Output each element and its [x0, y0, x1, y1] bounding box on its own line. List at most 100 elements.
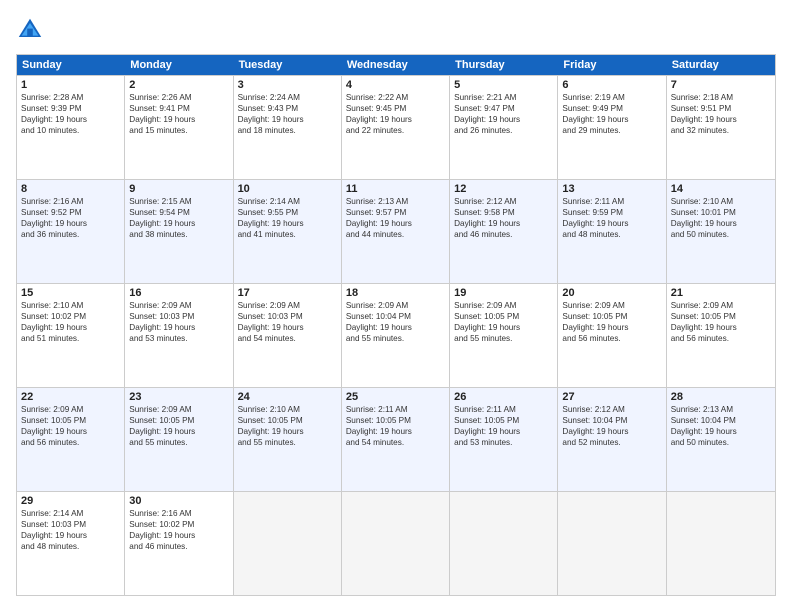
cell-info: Sunrise: 2:11 AMSunset: 10:05 PMDaylight…: [454, 404, 553, 448]
cell-info: Sunrise: 2:14 AMSunset: 10:03 PMDaylight…: [21, 508, 120, 552]
day-cell-25: 25Sunrise: 2:11 AMSunset: 10:05 PMDaylig…: [342, 388, 450, 491]
calendar-row-4: 22Sunrise: 2:09 AMSunset: 10:05 PMDaylig…: [17, 387, 775, 491]
day-number: 30: [129, 495, 228, 507]
day-cell-29: 29Sunrise: 2:14 AMSunset: 10:03 PMDaylig…: [17, 492, 125, 595]
day-number: 7: [671, 79, 771, 91]
empty-cell: [342, 492, 450, 595]
day-cell-1: 1Sunrise: 2:28 AMSunset: 9:39 PMDaylight…: [17, 76, 125, 179]
day-cell-7: 7Sunrise: 2:18 AMSunset: 9:51 PMDaylight…: [667, 76, 775, 179]
day-number: 2: [129, 79, 228, 91]
day-cell-19: 19Sunrise: 2:09 AMSunset: 10:05 PMDaylig…: [450, 284, 558, 387]
cell-info: Sunrise: 2:09 AMSunset: 10:05 PMDaylight…: [129, 404, 228, 448]
day-cell-8: 8Sunrise: 2:16 AMSunset: 9:52 PMDaylight…: [17, 180, 125, 283]
day-cell-24: 24Sunrise: 2:10 AMSunset: 10:05 PMDaylig…: [234, 388, 342, 491]
day-number: 21: [671, 287, 771, 299]
cell-info: Sunrise: 2:15 AMSunset: 9:54 PMDaylight:…: [129, 196, 228, 240]
empty-cell: [667, 492, 775, 595]
day-number: 4: [346, 79, 445, 91]
day-number: 12: [454, 183, 553, 195]
empty-cell: [558, 492, 666, 595]
day-number: 25: [346, 391, 445, 403]
cell-info: Sunrise: 2:11 AMSunset: 9:59 PMDaylight:…: [562, 196, 661, 240]
day-number: 10: [238, 183, 337, 195]
calendar-row-1: 1Sunrise: 2:28 AMSunset: 9:39 PMDaylight…: [17, 75, 775, 179]
calendar-body: 1Sunrise: 2:28 AMSunset: 9:39 PMDaylight…: [17, 75, 775, 595]
day-cell-20: 20Sunrise: 2:09 AMSunset: 10:05 PMDaylig…: [558, 284, 666, 387]
day-cell-28: 28Sunrise: 2:13 AMSunset: 10:04 PMDaylig…: [667, 388, 775, 491]
cell-info: Sunrise: 2:13 AMSunset: 10:04 PMDaylight…: [671, 404, 771, 448]
cell-info: Sunrise: 2:10 AMSunset: 10:02 PMDaylight…: [21, 300, 120, 344]
cell-info: Sunrise: 2:14 AMSunset: 9:55 PMDaylight:…: [238, 196, 337, 240]
day-cell-16: 16Sunrise: 2:09 AMSunset: 10:03 PMDaylig…: [125, 284, 233, 387]
day-cell-3: 3Sunrise: 2:24 AMSunset: 9:43 PMDaylight…: [234, 76, 342, 179]
cell-info: Sunrise: 2:12 AMSunset: 9:58 PMDaylight:…: [454, 196, 553, 240]
cell-info: Sunrise: 2:18 AMSunset: 9:51 PMDaylight:…: [671, 92, 771, 136]
cell-info: Sunrise: 2:09 AMSunset: 10:05 PMDaylight…: [21, 404, 120, 448]
day-cell-2: 2Sunrise: 2:26 AMSunset: 9:41 PMDaylight…: [125, 76, 233, 179]
cell-info: Sunrise: 2:16 AMSunset: 10:02 PMDaylight…: [129, 508, 228, 552]
day-cell-21: 21Sunrise: 2:09 AMSunset: 10:05 PMDaylig…: [667, 284, 775, 387]
logo: [16, 16, 48, 44]
cell-info: Sunrise: 2:10 AMSunset: 10:05 PMDaylight…: [238, 404, 337, 448]
day-number: 14: [671, 183, 771, 195]
header-day-thursday: Thursday: [450, 55, 558, 75]
empty-cell: [450, 492, 558, 595]
day-number: 5: [454, 79, 553, 91]
day-cell-12: 12Sunrise: 2:12 AMSunset: 9:58 PMDayligh…: [450, 180, 558, 283]
cell-info: Sunrise: 2:13 AMSunset: 9:57 PMDaylight:…: [346, 196, 445, 240]
day-number: 23: [129, 391, 228, 403]
day-number: 27: [562, 391, 661, 403]
day-cell-30: 30Sunrise: 2:16 AMSunset: 10:02 PMDaylig…: [125, 492, 233, 595]
day-number: 18: [346, 287, 445, 299]
cell-info: Sunrise: 2:09 AMSunset: 10:03 PMDaylight…: [129, 300, 228, 344]
logo-icon: [16, 16, 44, 44]
cell-info: Sunrise: 2:11 AMSunset: 10:05 PMDaylight…: [346, 404, 445, 448]
header-day-tuesday: Tuesday: [234, 55, 342, 75]
cell-info: Sunrise: 2:21 AMSunset: 9:47 PMDaylight:…: [454, 92, 553, 136]
header: [16, 16, 776, 44]
day-number: 17: [238, 287, 337, 299]
day-cell-11: 11Sunrise: 2:13 AMSunset: 9:57 PMDayligh…: [342, 180, 450, 283]
day-cell-17: 17Sunrise: 2:09 AMSunset: 10:03 PMDaylig…: [234, 284, 342, 387]
cell-info: Sunrise: 2:09 AMSunset: 10:05 PMDaylight…: [671, 300, 771, 344]
cell-info: Sunrise: 2:19 AMSunset: 9:49 PMDaylight:…: [562, 92, 661, 136]
day-number: 28: [671, 391, 771, 403]
cell-info: Sunrise: 2:22 AMSunset: 9:45 PMDaylight:…: [346, 92, 445, 136]
day-number: 29: [21, 495, 120, 507]
calendar-row-2: 8Sunrise: 2:16 AMSunset: 9:52 PMDaylight…: [17, 179, 775, 283]
page: SundayMondayTuesdayWednesdayThursdayFrid…: [0, 0, 792, 612]
day-number: 16: [129, 287, 228, 299]
cell-info: Sunrise: 2:09 AMSunset: 10:05 PMDaylight…: [562, 300, 661, 344]
header-day-saturday: Saturday: [667, 55, 775, 75]
day-number: 13: [562, 183, 661, 195]
cell-info: Sunrise: 2:10 AMSunset: 10:01 PMDaylight…: [671, 196, 771, 240]
day-cell-14: 14Sunrise: 2:10 AMSunset: 10:01 PMDaylig…: [667, 180, 775, 283]
cell-info: Sunrise: 2:26 AMSunset: 9:41 PMDaylight:…: [129, 92, 228, 136]
header-day-friday: Friday: [558, 55, 666, 75]
empty-cell: [234, 492, 342, 595]
calendar-row-5: 29Sunrise: 2:14 AMSunset: 10:03 PMDaylig…: [17, 491, 775, 595]
day-number: 22: [21, 391, 120, 403]
day-cell-27: 27Sunrise: 2:12 AMSunset: 10:04 PMDaylig…: [558, 388, 666, 491]
day-cell-26: 26Sunrise: 2:11 AMSunset: 10:05 PMDaylig…: [450, 388, 558, 491]
day-cell-5: 5Sunrise: 2:21 AMSunset: 9:47 PMDaylight…: [450, 76, 558, 179]
day-number: 11: [346, 183, 445, 195]
day-number: 9: [129, 183, 228, 195]
day-cell-13: 13Sunrise: 2:11 AMSunset: 9:59 PMDayligh…: [558, 180, 666, 283]
calendar: SundayMondayTuesdayWednesdayThursdayFrid…: [16, 54, 776, 596]
day-number: 1: [21, 79, 120, 91]
day-number: 3: [238, 79, 337, 91]
day-cell-22: 22Sunrise: 2:09 AMSunset: 10:05 PMDaylig…: [17, 388, 125, 491]
cell-info: Sunrise: 2:28 AMSunset: 9:39 PMDaylight:…: [21, 92, 120, 136]
day-cell-23: 23Sunrise: 2:09 AMSunset: 10:05 PMDaylig…: [125, 388, 233, 491]
day-number: 20: [562, 287, 661, 299]
day-cell-9: 9Sunrise: 2:15 AMSunset: 9:54 PMDaylight…: [125, 180, 233, 283]
day-number: 19: [454, 287, 553, 299]
day-cell-15: 15Sunrise: 2:10 AMSunset: 10:02 PMDaylig…: [17, 284, 125, 387]
cell-info: Sunrise: 2:09 AMSunset: 10:05 PMDaylight…: [454, 300, 553, 344]
cell-info: Sunrise: 2:24 AMSunset: 9:43 PMDaylight:…: [238, 92, 337, 136]
day-number: 24: [238, 391, 337, 403]
day-cell-10: 10Sunrise: 2:14 AMSunset: 9:55 PMDayligh…: [234, 180, 342, 283]
header-day-wednesday: Wednesday: [342, 55, 450, 75]
cell-info: Sunrise: 2:12 AMSunset: 10:04 PMDaylight…: [562, 404, 661, 448]
